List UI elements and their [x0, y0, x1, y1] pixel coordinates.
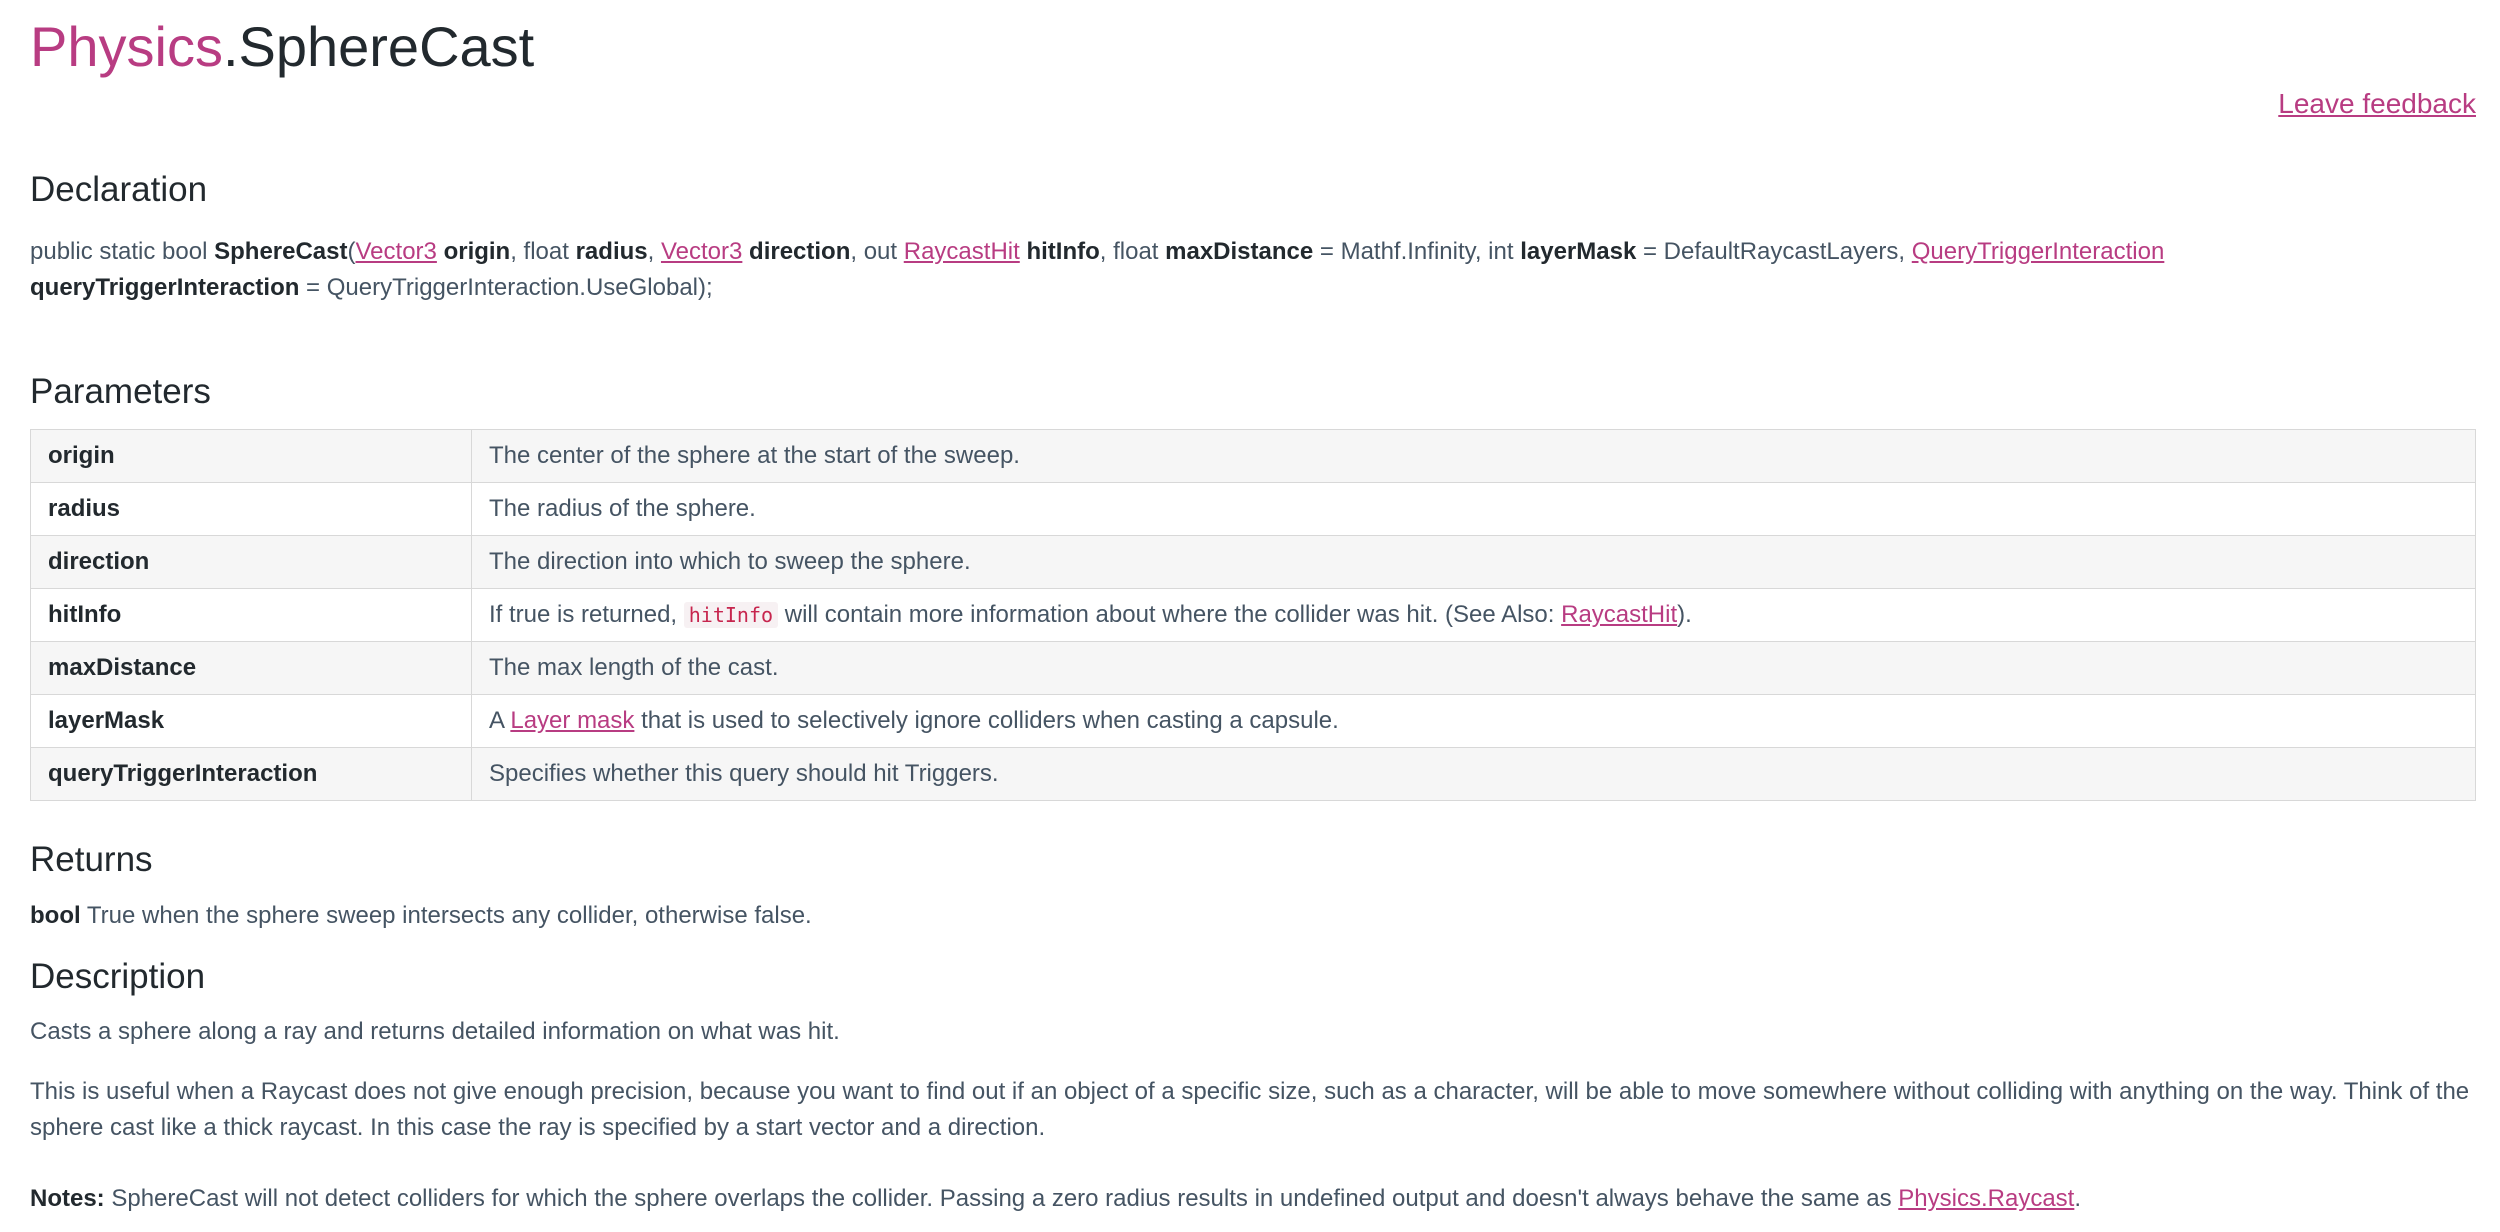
page-title: Physics.SphereCast: [30, 12, 534, 82]
param-name: radius: [30, 482, 472, 536]
sig-param-origin: origin: [443, 238, 511, 265]
sig-sep-1: , float: [510, 238, 576, 265]
notes-text: SphereCast will not detect colliders for…: [104, 1185, 1899, 1212]
description-paragraph-2: This is useful when a Raycast does not g…: [30, 1078, 2470, 1141]
param-name: queryTriggerInteraction: [30, 747, 472, 801]
vector3-link-direction[interactable]: Vector3: [661, 238, 742, 265]
table-row: origin The center of the sphere at the s…: [30, 429, 2476, 483]
param-description: The center of the sphere at the start of…: [471, 429, 2476, 483]
table-row: layerMask A Layer mask that is used to s…: [30, 694, 2476, 748]
param-name: hitInfo: [30, 588, 472, 642]
sig-default-maxdistance: = Mathf.Infinity, int: [1313, 238, 1521, 265]
raycasthit-link[interactable]: RaycastHit: [904, 238, 1020, 265]
sig-param-maxdistance: maxDistance: [1165, 238, 1314, 265]
param-name: maxDistance: [30, 641, 472, 695]
querytriggerinteraction-link[interactable]: QueryTriggerInteraction: [1912, 238, 2165, 265]
physics-raycast-link[interactable]: Physics.Raycast: [1898, 1185, 2074, 1212]
table-row: direction The direction into which to sw…: [30, 535, 2476, 589]
sig-prefix: public static bool: [30, 238, 215, 265]
param-description: A Layer mask that is used to selectively…: [471, 694, 2476, 748]
sig-default-querytriggerinteraction: = QueryTriggerInteraction.UseGlobal);: [299, 274, 713, 301]
returns-text: bool True when the sphere sweep intersec…: [30, 898, 2470, 934]
sig-sep-2: ,: [647, 238, 661, 265]
parameters-table: origin The center of the sphere at the s…: [30, 429, 2476, 801]
declaration-signature: public static bool SphereCast(Vector3 or…: [30, 234, 2440, 306]
parameters-heading: Parameters: [30, 372, 211, 411]
sig-param-layermask: layerMask: [1520, 238, 1637, 265]
desc-text: will contain more information about wher…: [778, 601, 1562, 628]
table-row: hitInfo If true is returned, hitInfo wil…: [30, 588, 2476, 642]
leave-feedback-link[interactable]: Leave feedback: [2278, 88, 2476, 120]
sig-default-layermask: = DefaultRaycastLayers,: [1636, 238, 1912, 265]
returns-heading: Returns: [30, 840, 153, 879]
param-name: direction: [30, 535, 472, 589]
sig-open-paren: (: [347, 238, 356, 265]
table-row: queryTriggerInteraction Specifies whethe…: [30, 747, 2476, 801]
param-description: Specifies whether this query should hit …: [471, 747, 2476, 801]
desc-text: ).: [1677, 601, 1692, 628]
layer-mask-link[interactable]: Layer mask: [510, 707, 634, 734]
class-name: Physics: [30, 15, 223, 78]
notes-label: Notes:: [30, 1185, 105, 1212]
sig-method: SphereCast: [214, 238, 348, 265]
param-description: The max length of the cast.: [471, 641, 2476, 695]
declaration-heading: Declaration: [30, 170, 208, 209]
raycasthit-see-also-link[interactable]: RaycastHit: [1561, 601, 1677, 628]
param-name: origin: [30, 429, 472, 483]
table-row: maxDistance The max length of the cast.: [30, 641, 2476, 695]
sig-param-querytriggerinteraction: queryTriggerInteraction: [30, 274, 300, 301]
param-name: layerMask: [30, 694, 472, 748]
sig-param-radius: radius: [575, 238, 648, 265]
param-description: The radius of the sphere.: [471, 482, 2476, 536]
description-paragraph-1: Casts a sphere along a ray and returns d…: [30, 1018, 840, 1045]
sig-sep-4: , float: [1099, 238, 1166, 265]
desc-text: that is used to selectively ignore colli…: [634, 707, 1339, 734]
method-name: .SphereCast: [222, 15, 535, 78]
sig-param-direction: direction: [749, 238, 851, 265]
sig-sep-3: , out: [850, 238, 904, 265]
table-row: radius The radius of the sphere.: [30, 482, 2476, 536]
description-heading: Description: [30, 957, 206, 996]
inline-code: hitInfo: [683, 602, 779, 628]
notes-paragraph: Notes: SphereCast will not detect collid…: [30, 1181, 2470, 1217]
desc-text: A: [489, 707, 511, 734]
param-description: If true is returned, hitInfo will contai…: [471, 588, 2476, 642]
notes-end: .: [2074, 1185, 2082, 1212]
param-description: The direction into which to sweep the sp…: [471, 535, 2476, 589]
returns-type: bool: [30, 902, 81, 929]
vector3-link-origin[interactable]: Vector3: [356, 238, 437, 265]
returns-description: True when the sphere sweep intersects an…: [80, 902, 812, 929]
desc-text: If true is returned,: [489, 601, 684, 628]
sig-param-hitinfo: hitInfo: [1026, 238, 1100, 265]
